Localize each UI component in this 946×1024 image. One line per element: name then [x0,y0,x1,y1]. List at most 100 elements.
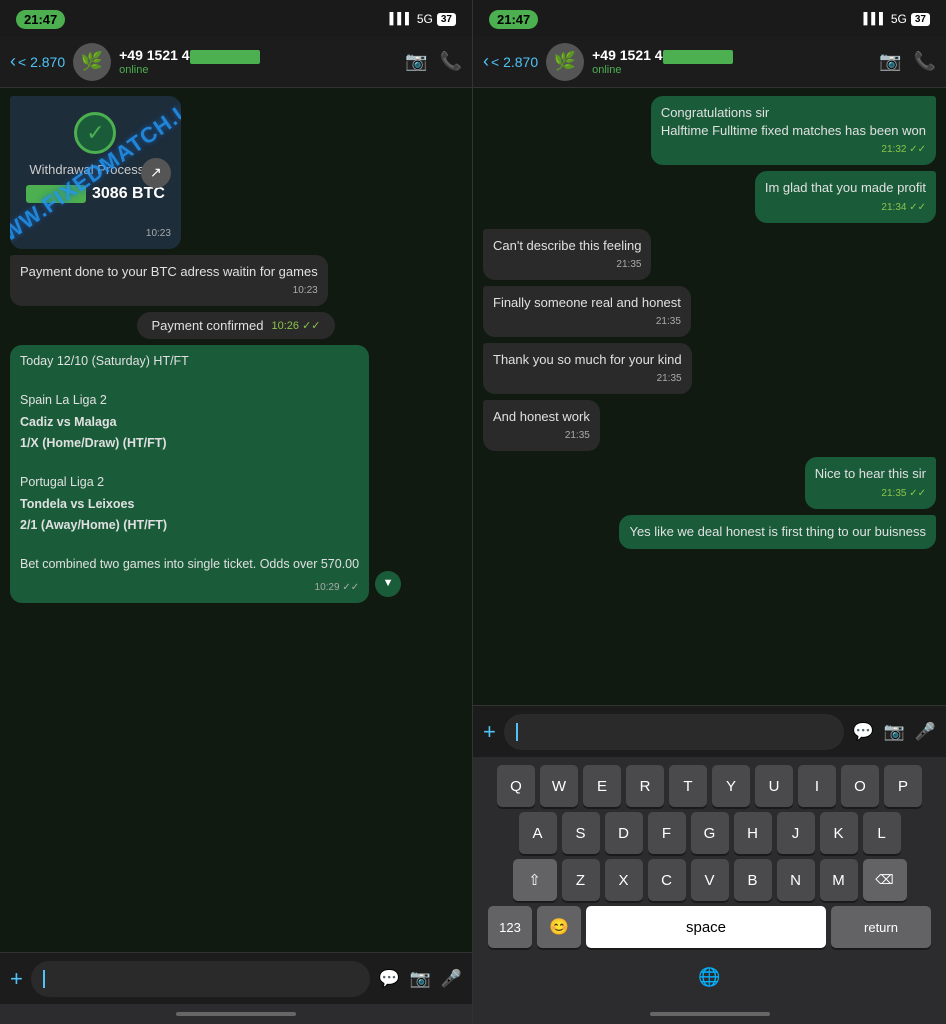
check-icon: ✓ [74,112,116,154]
finally-wrap: Finally someone real and honest 21:35 [483,286,936,337]
key-h[interactable]: H [734,812,772,854]
mic-icon-left[interactable]: 🎤 [441,969,462,989]
thankyou-wrap: Thank you so much for your kind 21:35 [483,343,936,394]
match1-line: Cadiz vs Malaga [20,414,359,432]
key-p[interactable]: P [884,765,922,807]
key-l[interactable]: L [863,812,901,854]
input-icons-right: 💬 📷 🎤 [852,722,936,742]
congrats-time: 21:32 ✓✓ [661,143,926,157]
video-icon-right[interactable]: 📷 [879,51,901,72]
key-k[interactable]: K [820,812,858,854]
describe-text: Can't describe this feeling [493,238,641,253]
input-icons-left: 💬 📷 🎤 [378,969,462,989]
num-key[interactable]: 123 [488,906,532,948]
key-i[interactable]: I [798,765,836,807]
finally-text: Finally someone real and honest [493,295,681,310]
plus-icon-right[interactable]: + [483,719,496,745]
key-s[interactable]: S [562,812,600,854]
key-z[interactable]: Z [562,859,600,901]
globe-icon[interactable]: 🌐 [691,956,729,998]
nav-info-left: +49 1521 4 online [119,47,397,75]
key-u[interactable]: U [755,765,793,807]
phone-icon-right[interactable]: 📞 [914,51,936,72]
delete-key[interactable]: ⌫ [863,859,907,901]
payment-done-wrap: Payment done to your BTC adress waitin f… [10,255,462,306]
withdrawal-card-wrap: ✓ Withdrawal Processing 3086 BTC ↗ WWW.F… [10,96,462,249]
key-d[interactable]: D [605,812,643,854]
phone-icon-left[interactable]: 📞 [440,51,462,72]
key-x[interactable]: X [605,859,643,901]
key-m[interactable]: M [820,859,858,901]
status-bar-left: 21:47 ▌▌▌ 5G 37 [0,0,472,36]
amount-display: 3086 BTC [26,185,165,203]
message-input-left[interactable] [31,961,371,997]
back-button-left[interactable]: ‹ < 2.870 [10,51,65,72]
key-t[interactable]: T [669,765,707,807]
key-j[interactable]: J [777,812,815,854]
prediction2-line: 2/1 (Away/Home) (HT/FT) [20,517,359,535]
emoji-key[interactable]: 😊 [537,906,581,948]
chat-area-left: ✓ Withdrawal Processing 3086 BTC ↗ WWW.F… [0,88,472,952]
nice-text: Nice to hear this sir [815,466,926,481]
return-key[interactable]: return [831,906,931,948]
globe-row: 🌐 [477,952,942,1000]
camera-icon-right[interactable]: 📷 [884,722,905,742]
shift-key[interactable]: ⇧ [513,859,557,901]
bet-info-line: Bet combined two games into single ticke… [20,556,359,574]
honest-bubble: And honest work 21:35 [483,400,600,451]
key-e[interactable]: E [583,765,621,807]
sticker-icon-right[interactable]: 💬 [852,722,873,742]
kb-row-2: A S D F G H J K L [477,812,942,854]
video-icon-left[interactable]: 📷 [405,51,427,72]
keyboard: Q W E R T Y U I O P A S D F G H J K L ⇧ … [473,757,946,1004]
key-n[interactable]: N [777,859,815,901]
nice-time: 21:35 ✓✓ [815,487,926,501]
league1-line: Spain La Liga 2 [20,392,359,410]
network-left: 5G [417,12,433,26]
thankyou-time: 21:35 [493,372,682,386]
finally-bubble: Finally someone real and honest 21:35 [483,286,691,337]
share-button[interactable]: ↗ [141,158,171,188]
key-a[interactable]: A [519,812,557,854]
key-o[interactable]: O [841,765,879,807]
payment-confirmed-bubble: Payment confirmed 10:26 ✓✓ [137,312,334,339]
describe-wrap: Can't describe this feeling 21:35 [483,229,936,280]
home-indicator-left [0,1004,472,1024]
sticker-icon-left[interactable]: 💬 [378,969,399,989]
honest-wrap: And honest work 21:35 [483,400,936,451]
mic-icon-right[interactable]: 🎤 [915,722,936,742]
key-q[interactable]: Q [497,765,535,807]
status-icons-left: ▌▌▌ 5G 37 [389,12,456,26]
payment-confirmed-time: 10:26 ✓✓ [271,319,320,332]
key-v[interactable]: V [691,859,729,901]
key-g[interactable]: G [691,812,729,854]
battery-right: 37 [911,13,930,26]
thankyou-text: Thank you so much for your kind [493,352,682,367]
name-redacted-left [190,50,260,64]
describe-time: 21:35 [493,258,641,272]
card-time: 10:23 [146,228,171,239]
home-bar-right [650,1012,770,1016]
green-info-time: 10:29 ✓✓ [315,581,360,595]
key-c[interactable]: C [648,859,686,901]
key-w[interactable]: W [540,765,578,807]
left-phone: 21:47 ▌▌▌ 5G 37 ‹ < 2.870 🌿 +49 1521 4 o… [0,0,473,1024]
key-f[interactable]: F [648,812,686,854]
camera-icon-left[interactable]: 📷 [410,969,431,989]
space-key[interactable]: space [586,906,826,948]
expand-button[interactable]: ▼ [375,571,401,597]
message-input-right[interactable] [504,714,845,750]
contact-status-right: online [592,64,871,76]
cursor-right [516,723,518,741]
match2-line: Tondela vs Leixoes [20,496,359,514]
key-b[interactable]: B [734,859,772,901]
nav-icons-left: 📷 📞 [405,51,462,72]
back-button-right[interactable]: ‹ < 2.870 [483,51,538,72]
kb-row-4: 123 😊 space return [477,906,942,948]
plus-icon-left[interactable]: + [10,966,23,992]
nav-icons-right: 📷 📞 [879,51,936,72]
key-r[interactable]: R [626,765,664,807]
chat-content-right: Congratulations sirHalftime Fulltime fix… [483,96,936,549]
key-y[interactable]: Y [712,765,750,807]
right-phone: 21:47 ▌▌▌ 5G 37 ‹ < 2.870 🌿 +49 1521 4 o… [473,0,946,1024]
